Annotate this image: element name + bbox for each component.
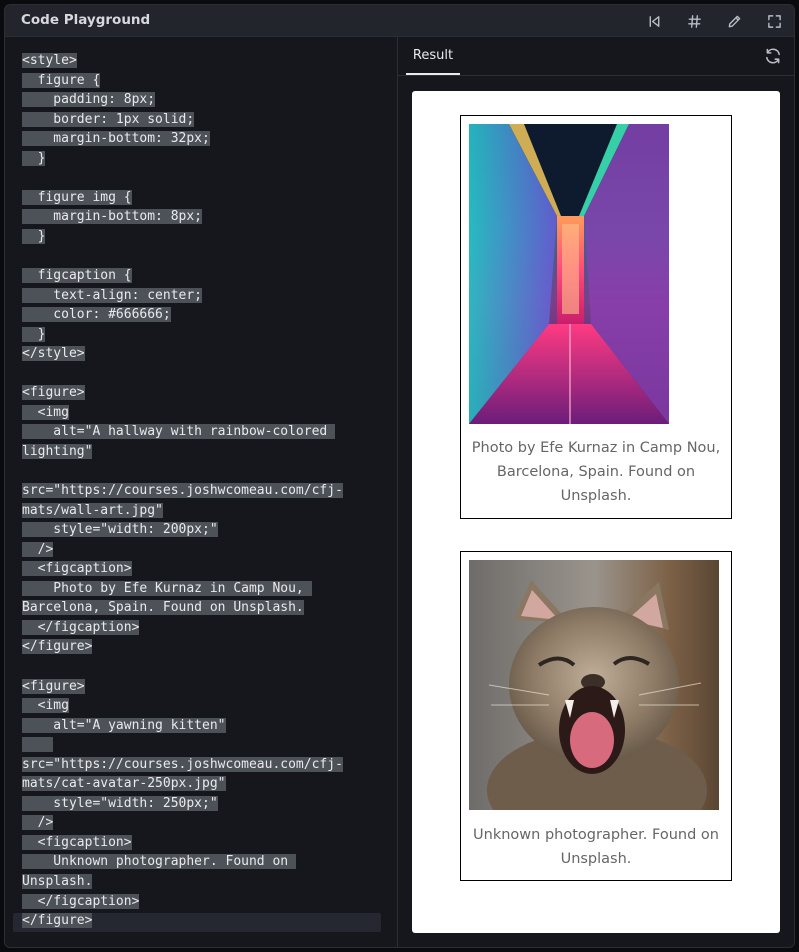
code-line: </figcaption> bbox=[22, 619, 140, 635]
code-line: <figure> bbox=[22, 385, 85, 401]
code-line: </figure> bbox=[22, 639, 93, 655]
yawning-kitten-illustration bbox=[469, 560, 719, 810]
hallway-image bbox=[469, 124, 669, 424]
code-line: src="https://courses.joshwcomeau.com/cfj… bbox=[22, 756, 343, 772]
figure-kitten: Unknown photographer. Found on Unsplash. bbox=[460, 551, 732, 881]
code-line: alt="A hallway with rainbow-colored bbox=[22, 424, 336, 440]
code-line: } bbox=[22, 326, 46, 342]
fullscreen-icon bbox=[767, 14, 781, 28]
code-line: <figcaption> bbox=[22, 834, 132, 850]
code-line: border: 1px solid; bbox=[22, 111, 195, 127]
figure-hallway: Photo by Efe Kurnaz in Camp Nou, Barcelo… bbox=[460, 115, 732, 519]
code-line: <figure> bbox=[22, 678, 85, 694]
title-bar: Code Playground bbox=[5, 5, 794, 37]
reset-button[interactable] bbox=[642, 10, 666, 32]
code-line: color: #666666; bbox=[22, 307, 171, 323]
rainbow-hallway-illustration bbox=[469, 124, 669, 424]
code-line: Photo by Efe Kurnaz in Camp Nou, bbox=[22, 580, 312, 596]
pencil-icon bbox=[728, 15, 740, 27]
code-line: padding: 8px; bbox=[22, 92, 156, 108]
code-editor[interactable]: <style> figure { padding: 8px; border: 1… bbox=[5, 37, 398, 947]
code-line: Unsplash. bbox=[22, 873, 93, 889]
code-line: } bbox=[22, 228, 46, 244]
code-line: figure img { bbox=[22, 189, 132, 205]
code-line: alt="A yawning kitten" bbox=[22, 717, 226, 733]
code-line: figcaption { bbox=[22, 268, 132, 284]
code-line: style="width: 250px;" bbox=[22, 795, 218, 811]
refresh-icon[interactable] bbox=[764, 47, 782, 65]
window-title: Code Playground bbox=[21, 12, 151, 28]
format-button[interactable] bbox=[682, 10, 706, 32]
code-line: /> bbox=[22, 541, 54, 557]
code-playground: Code Playground <style> figure {padding… bbox=[4, 4, 795, 948]
kitten-image bbox=[469, 560, 719, 810]
code-line: <style> bbox=[22, 53, 77, 68]
code-line: margin-bottom: 32px; bbox=[22, 131, 210, 147]
code-line: mats/wall-art.jpg" bbox=[22, 502, 163, 518]
result-pane: Result Photo by Efe Kurnaz in Camp Nou, … bbox=[398, 37, 794, 947]
code-line: Unknown photographer. Found on bbox=[22, 854, 296, 870]
code-line: <img bbox=[22, 698, 69, 714]
code-line: /> bbox=[22, 815, 54, 831]
code-line: Barcelona, Spain. Found on Unsplash. bbox=[22, 600, 304, 616]
figcaption-kitten: Unknown photographer. Found on Unsplash. bbox=[473, 827, 719, 867]
skip-back-icon bbox=[649, 15, 659, 27]
figcaption-hallway: Photo by Efe Kurnaz in Camp Nou, Barcelo… bbox=[471, 440, 721, 504]
code-line: style="width: 200px;" bbox=[22, 522, 218, 538]
code-line: figure { bbox=[22, 72, 101, 88]
result-preview: Photo by Efe Kurnaz in Camp Nou, Barcelo… bbox=[412, 91, 780, 933]
code-line: <img bbox=[22, 404, 69, 420]
edit-button[interactable] bbox=[722, 10, 746, 32]
code-line: <figcaption> bbox=[22, 561, 132, 577]
tab-result[interactable]: Result bbox=[406, 37, 460, 75]
code-line: mats/cat-avatar-250px.jpg" bbox=[22, 776, 226, 792]
result-tab-bar: Result bbox=[398, 37, 794, 76]
hash-icon bbox=[687, 14, 701, 28]
code-line bbox=[22, 735, 343, 755]
code-line: lighting" bbox=[22, 443, 93, 459]
code-text[interactable]: <style> figure { padding: 8px; border: 1… bbox=[22, 51, 343, 931]
code-line: text-align: center; bbox=[22, 287, 203, 303]
toolbar bbox=[626, 10, 786, 32]
code-line: margin-bottom: 8px; bbox=[22, 209, 203, 225]
code-line: </figure> bbox=[22, 913, 93, 929]
code-line: src="https://courses.joshwcomeau.com/cfj… bbox=[22, 483, 343, 499]
code-line: </figcaption> bbox=[22, 893, 140, 909]
code-line: </style> bbox=[22, 346, 85, 362]
fullscreen-button[interactable] bbox=[762, 10, 786, 32]
code-line: } bbox=[22, 150, 46, 166]
